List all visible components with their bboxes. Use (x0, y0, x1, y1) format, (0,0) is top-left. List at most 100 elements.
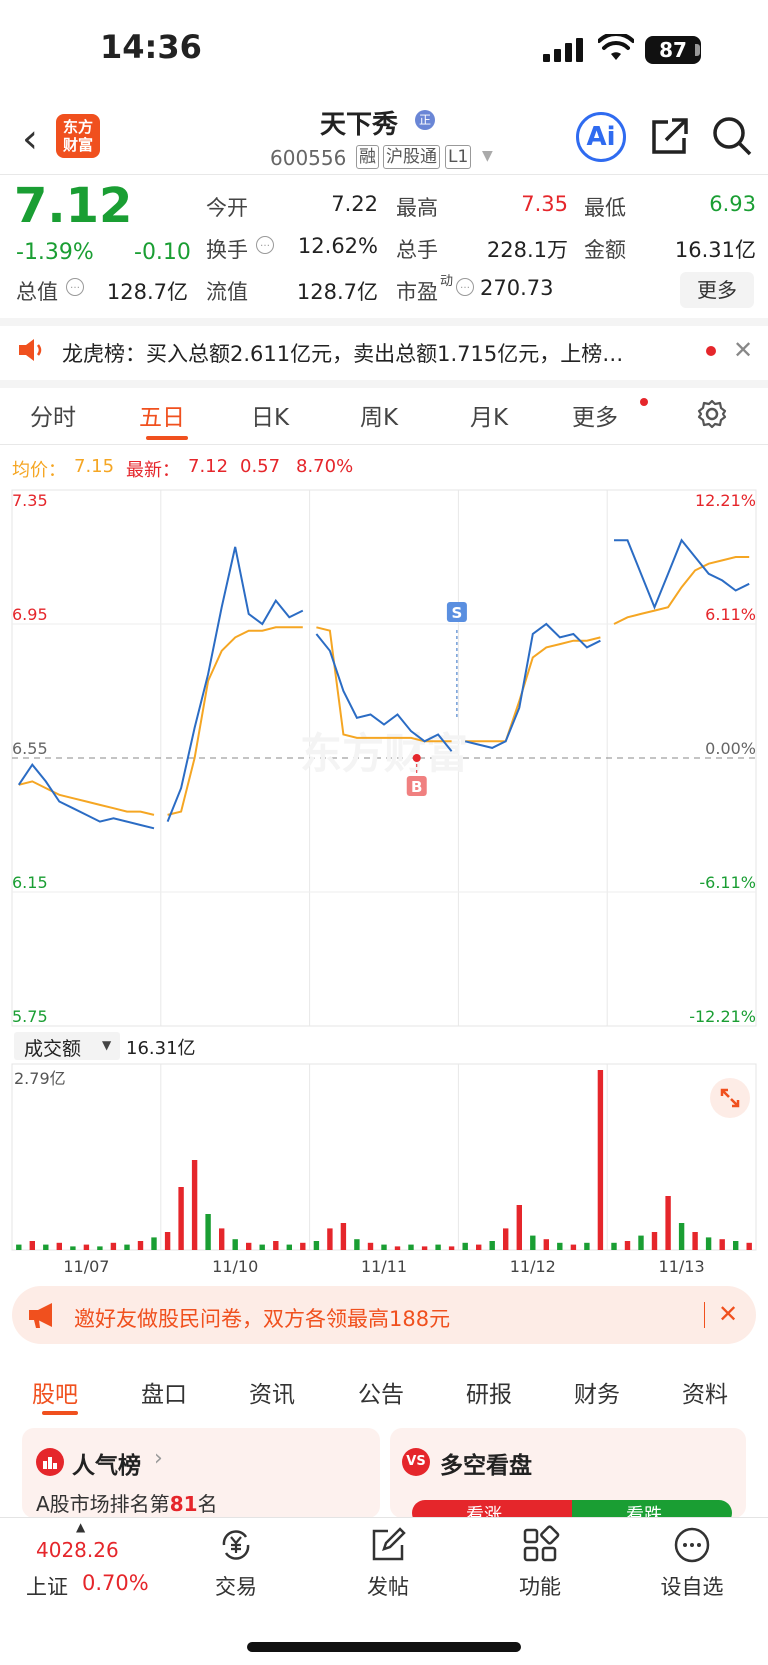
index-name[interactable]: 上证 (26, 1571, 68, 1601)
tab-forum[interactable]: 股吧 (32, 1375, 78, 1409)
rank-suffix: 名 (197, 1492, 218, 1516)
tag-margin: 融 (356, 145, 379, 169)
x-tick: 11/13 (659, 1257, 705, 1276)
search-icon[interactable] (710, 114, 754, 158)
info-icon[interactable]: … (256, 236, 274, 254)
volume-bar (273, 1241, 279, 1250)
volume-bar (246, 1242, 252, 1250)
tab-orderbook[interactable]: 盘口 (141, 1375, 187, 1409)
y-tick-right: 6.11% (705, 605, 756, 624)
y-tick-left: 6.15 (12, 873, 48, 892)
buy-marker-label: B (411, 778, 422, 796)
info-icon[interactable]: … (456, 278, 474, 296)
volume-bar (164, 1232, 171, 1250)
volume-bar (286, 1244, 292, 1250)
x-tick: 11/12 (510, 1257, 556, 1276)
change-amount: -0.10 (134, 240, 191, 265)
tab-finance[interactable]: 财务 (574, 1375, 620, 1409)
price-chart[interactable]: 7.35 12.21% 6.95 6.11% 6.55 0.00% 6.15 -6.11% 5.… (0, 480, 768, 1030)
y-tick-left: 7.35 (12, 491, 48, 510)
ai-assistant-button[interactable]: Ai (576, 112, 626, 162)
tab-news[interactable]: 资讯 (249, 1375, 295, 1409)
value-total-value: 128.7亿 (106, 280, 188, 304)
speaker-icon (19, 339, 42, 361)
volume-chart[interactable]: 2.79亿 11/07 11/10 11/11 11/12 11/13 (0, 1062, 768, 1302)
volume-bar (421, 1246, 428, 1250)
label-turnover: 换手 (206, 238, 248, 262)
volume-bar (56, 1242, 62, 1250)
volume-selector[interactable]: 成交额 ▼ (14, 1032, 120, 1060)
tab-profile[interactable]: 资料 (682, 1375, 728, 1409)
settings-icon[interactable] (696, 398, 728, 430)
volume-bar (584, 1242, 590, 1250)
tab-announcements[interactable]: 公告 (358, 1375, 404, 1409)
more-options-icon[interactable] (672, 1525, 712, 1565)
label-open: 今开 (206, 196, 248, 220)
label-total-value: 总值 (16, 280, 58, 304)
volume-bar (70, 1246, 76, 1250)
close-icon[interactable]: ✕ (733, 336, 753, 364)
volume-bar (191, 1160, 198, 1250)
post-icon[interactable] (368, 1525, 408, 1565)
info-icon[interactable]: … (66, 278, 84, 296)
ranking-icon (36, 1448, 64, 1476)
expand-button[interactable] (710, 1078, 750, 1118)
stock-name: 天下秀 (320, 110, 399, 140)
tab-underline (146, 436, 188, 440)
tab-daily-k[interactable]: 日K (251, 398, 289, 432)
volume-bar (516, 1205, 522, 1250)
tab-monthly-k[interactable]: 月K (470, 398, 508, 432)
avg-price-line (465, 636, 601, 743)
volume-bar (367, 1242, 374, 1250)
y-tick-right: -6.11% (699, 873, 756, 892)
volume-bar (16, 1244, 22, 1250)
volume-bar (611, 1242, 617, 1250)
index-pct[interactable]: 0.70% (82, 1571, 149, 1595)
tab-weekly-k[interactable]: 周K (360, 398, 398, 432)
index-value[interactable]: 4028.26 (36, 1538, 119, 1562)
legend-avg-label: 均价： (12, 460, 66, 481)
tab-intraday[interactable]: 分时 (30, 398, 76, 432)
notice-text[interactable]: 龙虎榜：买入总额2.611亿元，卖出总额1.715亿元，上榜… (62, 338, 623, 368)
buy-marker-dot (412, 754, 421, 762)
functions-icon[interactable] (520, 1525, 560, 1565)
volume-bar (205, 1214, 211, 1250)
nav-functions[interactable]: 功能 (490, 1571, 590, 1601)
nav-watchlist[interactable]: 设自选 (642, 1571, 742, 1601)
legend-avg-value: 7.15 (74, 456, 115, 477)
nav-post[interactable]: 发帖 (338, 1571, 438, 1601)
volume-bar (408, 1244, 414, 1250)
chevron-down-icon[interactable]: ▼ (482, 148, 493, 164)
volume-bar (43, 1244, 49, 1250)
wifi-icon (598, 34, 634, 60)
section-gap (0, 318, 768, 326)
tab-five-day[interactable]: 五日 (139, 398, 185, 432)
volume-bar (394, 1246, 401, 1250)
y-tick-left: 5.75 (12, 1007, 48, 1026)
nav-trade[interactable]: 交易 (186, 1571, 286, 1601)
trade-icon[interactable] (216, 1525, 256, 1565)
value-low: 6.93 (709, 192, 756, 216)
legend-latest-label: 最新： (126, 460, 180, 481)
x-tick: 11/11 (361, 1257, 407, 1276)
label-volume: 总手 (396, 238, 438, 262)
y-tick-left: 6.95 (12, 605, 48, 624)
close-icon[interactable]: ✕ (718, 1300, 738, 1328)
y-tick-right: 12.21% (695, 491, 756, 510)
section-gap (0, 380, 768, 388)
value-float-value: 128.7亿 (296, 280, 378, 304)
volume-frame (11, 1063, 757, 1251)
more-button[interactable]: 更多 (680, 272, 754, 308)
avg-price-line (18, 780, 155, 816)
tab-more[interactable]: 更多 (572, 398, 618, 432)
status-time: 14:36 (100, 28, 202, 66)
legend-latest-value: 7.12 (188, 456, 229, 477)
signal-icon (543, 38, 583, 62)
tab-research[interactable]: 研报 (466, 1375, 512, 1409)
back-icon[interactable]: ‹ (22, 116, 38, 162)
volume-bar (83, 1244, 90, 1250)
share-icon[interactable] (648, 114, 692, 158)
volume-bar (219, 1228, 225, 1250)
value-amount: 16.31亿 (674, 238, 756, 262)
volume-bar (597, 1070, 604, 1250)
